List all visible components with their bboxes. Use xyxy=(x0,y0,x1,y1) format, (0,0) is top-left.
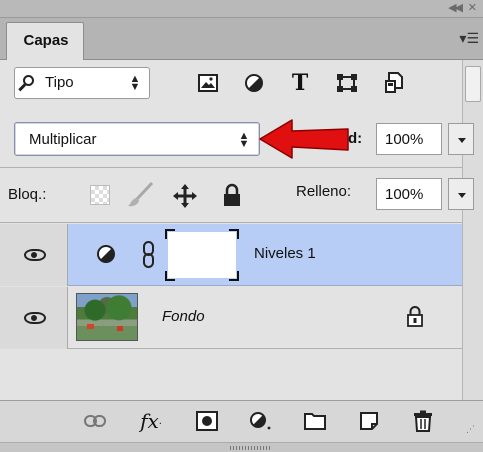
panel-top-strip xyxy=(0,0,483,18)
smart-object-filter-icon[interactable] xyxy=(383,72,405,94)
red-arrow-annotation xyxy=(259,119,349,159)
new-group-icon[interactable] xyxy=(302,408,328,434)
panel-bottom-grip[interactable] xyxy=(0,442,483,452)
fill-label: Relleno: xyxy=(296,183,352,200)
resize-grip-icon[interactable]: ⋰ xyxy=(466,424,475,435)
opacity-label: d: xyxy=(348,130,363,147)
delete-layer-icon[interactable] xyxy=(410,408,436,434)
layer-name: Niveles 1 xyxy=(254,245,316,262)
filter-type-value: Tipo xyxy=(45,74,74,91)
lock-image-icon[interactable] xyxy=(126,181,154,208)
visibility-toggle[interactable] xyxy=(0,224,68,286)
scrollbar[interactable] xyxy=(462,60,483,400)
blend-mode-value: Multiplicar xyxy=(29,131,97,148)
adjustment-levels-icon xyxy=(96,244,116,264)
add-mask-icon[interactable] xyxy=(194,408,220,434)
lock-position-icon[interactable] xyxy=(172,183,198,209)
panel-menu-icon[interactable]: ▾☰ xyxy=(459,30,479,46)
filter-type-select[interactable]: Tipo ▲ ▼ xyxy=(14,67,150,99)
opacity-value: 100% xyxy=(385,131,424,148)
updown-arrows-icon: ▲ ▼ xyxy=(238,130,250,150)
tab-layers[interactable]: Capas xyxy=(6,22,84,60)
tab-layers-label: Capas xyxy=(23,32,69,49)
thumbnail-detail xyxy=(117,326,123,331)
link-layers-icon[interactable] xyxy=(82,408,108,434)
fill-dropdown-button[interactable] xyxy=(448,178,474,210)
lock-transparent-icon[interactable] xyxy=(90,185,110,205)
chain-link-icon[interactable] xyxy=(142,240,156,270)
visibility-toggle[interactable] xyxy=(0,287,68,349)
adjustment-layer-filter-icon[interactable] xyxy=(243,72,265,94)
new-adjustment-icon[interactable] xyxy=(248,408,274,434)
eye-icon xyxy=(24,249,46,261)
divider xyxy=(0,222,462,223)
layer-thumbnail[interactable] xyxy=(76,293,138,341)
pixel-layer-filter-icon[interactable] xyxy=(197,72,219,94)
fill-input[interactable]: 100% xyxy=(376,178,442,210)
new-layer-icon[interactable] xyxy=(356,408,382,434)
updown-arrows-icon: ▲ ▼ xyxy=(129,73,141,93)
shape-layer-filter-icon[interactable] xyxy=(336,72,358,94)
fill-value: 100% xyxy=(385,186,424,203)
layer-style-icon[interactable]: fx. xyxy=(138,408,164,434)
layer-mask-thumbnail[interactable] xyxy=(165,229,239,281)
divider xyxy=(0,167,462,168)
grip-lines xyxy=(230,446,270,450)
opacity-input[interactable]: 100% xyxy=(376,123,442,155)
lock-label: Bloq.: xyxy=(8,186,47,203)
search-icon-handle xyxy=(18,83,26,91)
type-layer-filter-icon[interactable]: T xyxy=(289,70,311,96)
blend-mode-select[interactable]: Multiplicar ▲ ▼ xyxy=(14,122,260,156)
eye-icon xyxy=(24,312,46,324)
layer-row-fondo[interactable]: Fondo xyxy=(0,287,462,349)
lock-icon xyxy=(406,305,424,327)
layer-name: Fondo xyxy=(162,308,205,325)
close-panel-icon[interactable]: ✕ xyxy=(468,0,477,16)
collapse-panel-icon[interactable]: ◀◀ xyxy=(448,0,463,16)
opacity-dropdown-button[interactable] xyxy=(448,123,474,155)
scrollbar-thumb[interactable] xyxy=(465,66,481,102)
thumbnail-detail xyxy=(87,324,94,329)
layer-row-niveles[interactable]: Niveles 1 xyxy=(0,224,462,286)
lock-all-icon[interactable] xyxy=(222,183,242,207)
